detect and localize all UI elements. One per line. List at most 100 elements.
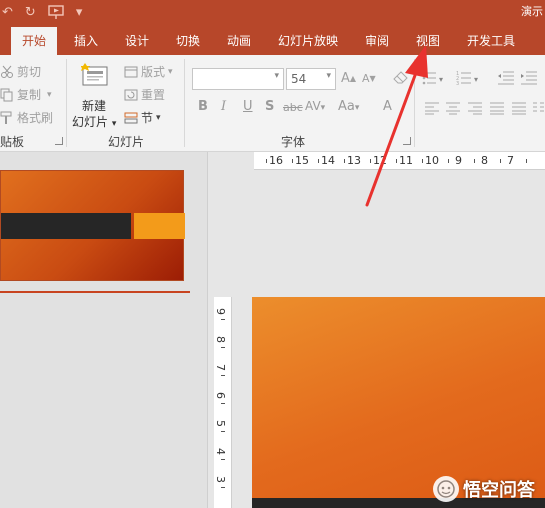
ruler-tick — [221, 347, 225, 348]
svg-text:▾: ▾ — [474, 75, 478, 84]
layout-label: 版式 — [141, 65, 166, 79]
shrink-font-button[interactable]: A ▼ — [362, 72, 376, 85]
ruler-number: 11 — [399, 154, 413, 167]
ruler-tick — [221, 319, 225, 320]
change-case-icon: Aa — [338, 99, 355, 114]
font-size-dropdown-icon[interactable]: ▾ — [326, 71, 331, 81]
font-size-combo[interactable]: 54 ▾ — [286, 68, 336, 90]
ruler-number: 9 — [214, 308, 227, 315]
align-left-button[interactable] — [424, 101, 440, 118]
vertical-ruler[interactable]: 9 8 7 6 5 4 3 — [214, 297, 232, 508]
ruler-number: 6 — [214, 392, 227, 399]
eraser-icon — [393, 70, 409, 89]
increase-indent-button[interactable] — [520, 70, 538, 89]
ruler-number: 5 — [214, 420, 227, 427]
tab-design[interactable]: 设计 — [125, 32, 149, 49]
ruler-number: 13 — [347, 154, 361, 167]
section-button[interactable]: 节 ▾ — [124, 109, 161, 126]
new-slide-dropdown-icon[interactable]: ▾ — [112, 119, 117, 129]
italic-button[interactable]: I — [221, 99, 226, 114]
ruler-number: 16 — [269, 154, 283, 167]
tab-home[interactable]: 开始 — [11, 27, 58, 55]
numbering-button[interactable]: 1 2 3 ▾ — [456, 70, 484, 89]
layout-dropdown-icon: ▾ — [168, 66, 173, 77]
font-name-combo[interactable]: ▾ — [192, 68, 284, 90]
font-size-value: 54 — [291, 72, 307, 86]
font-color-button[interactable]: A — [383, 99, 392, 114]
copy-button[interactable]: 复制 ▾ — [0, 86, 52, 103]
tab-view[interactable]: 视图 — [416, 32, 440, 49]
ruler-number: 12 — [373, 154, 387, 167]
bullets-button[interactable]: ▾ — [422, 70, 448, 89]
columns-button[interactable] — [532, 101, 545, 118]
svg-text:▾: ▾ — [439, 75, 443, 84]
justify-icon — [489, 102, 505, 118]
clear-formatting-button[interactable] — [393, 70, 409, 89]
ruler-tick — [422, 159, 423, 163]
ruler-tick — [221, 487, 225, 488]
bold-button[interactable]: B — [198, 99, 208, 114]
text-shadow-button[interactable]: S — [265, 99, 274, 114]
reset-icon — [124, 88, 138, 102]
char-spacing-dropdown-icon: ▾ — [320, 103, 326, 113]
group-separator — [414, 59, 415, 147]
font-launcher-icon[interactable] — [403, 137, 411, 145]
section-label: 节 — [141, 111, 154, 125]
ruler-number: 4 — [214, 448, 227, 455]
undo-icon[interactable]: ↶ — [2, 5, 13, 20]
increase-indent-icon — [520, 71, 538, 89]
decrease-indent-button[interactable] — [497, 70, 515, 89]
clipboard-launcher-icon[interactable] — [55, 137, 63, 145]
slideshow-from-start-icon[interactable] — [48, 4, 64, 20]
new-slide-button[interactable]: 新建 幻灯片 ▾ — [72, 61, 117, 131]
slides-group-label: 幻灯片 — [108, 135, 145, 149]
tab-review[interactable]: 审阅 — [365, 32, 389, 49]
tab-insert[interactable]: 插入 — [74, 32, 98, 49]
change-case-dropdown-icon: ▾ — [354, 103, 360, 113]
group-separator — [66, 59, 67, 147]
slide-thumbnail-panel — [0, 152, 208, 508]
group-separator — [184, 59, 185, 147]
change-case-button[interactable]: Aa▾ — [338, 99, 359, 114]
font-name-dropdown-icon[interactable]: ▾ — [274, 71, 279, 81]
align-center-button[interactable] — [445, 101, 461, 118]
ruler-tick — [500, 159, 501, 163]
align-right-button[interactable] — [467, 101, 483, 118]
ruler-tick — [221, 375, 225, 376]
tab-transitions[interactable]: 切换 — [176, 32, 200, 49]
align-left-icon — [424, 102, 440, 118]
ruler-tick — [396, 159, 397, 163]
paintbrush-icon — [0, 111, 14, 125]
underline-button[interactable]: U — [243, 99, 253, 114]
tab-slideshow[interactable]: 幻灯片放映 — [278, 32, 338, 49]
ruler-tick — [292, 159, 293, 163]
grow-font-button[interactable]: A ▲ — [341, 71, 356, 86]
distribute-button[interactable] — [511, 101, 527, 118]
reset-button[interactable]: 重置 — [124, 86, 165, 103]
char-spacing-icon: AV — [305, 99, 321, 113]
watermark: 悟空问答 — [433, 476, 535, 502]
decrease-indent-icon — [497, 71, 515, 89]
ribbon-tab-bar: 开始 插入 设计 切换 动画 幻灯片放映 审阅 视图 开发工具 — [0, 24, 545, 55]
tab-animations[interactable]: 动画 — [227, 32, 251, 49]
slide-insertion-marker — [0, 291, 190, 293]
justify-button[interactable] — [489, 101, 505, 118]
thumbnail-orange-bar — [134, 213, 185, 239]
redo-icon[interactable]: ↻ — [25, 5, 36, 20]
format-painter-button[interactable]: 格式刷 — [0, 109, 53, 126]
thumbnail-dark-bar — [1, 213, 131, 239]
layout-button[interactable]: 版式 ▾ — [124, 63, 173, 80]
strikethrough-button[interactable]: abc — [283, 101, 303, 114]
slide-thumbnail-1[interactable] — [0, 170, 185, 281]
customize-qat-icon[interactable]: ▾ — [76, 5, 83, 20]
horizontal-ruler[interactable]: 16 15 14 13 12 11 10 9 8 7 — [254, 152, 545, 170]
scissors-icon — [0, 65, 14, 79]
columns-icon — [532, 102, 545, 118]
ruler-tick — [344, 159, 345, 163]
tab-developer[interactable]: 开发工具 — [467, 32, 515, 49]
numbered-list-icon: 1 2 3 ▾ — [456, 71, 484, 89]
cut-button[interactable]: 剪切 — [0, 63, 41, 80]
char-spacing-button[interactable]: AV▾ — [305, 99, 325, 113]
copy-dropdown-icon[interactable]: ▾ — [47, 90, 52, 100]
wukong-logo-icon — [433, 476, 459, 502]
